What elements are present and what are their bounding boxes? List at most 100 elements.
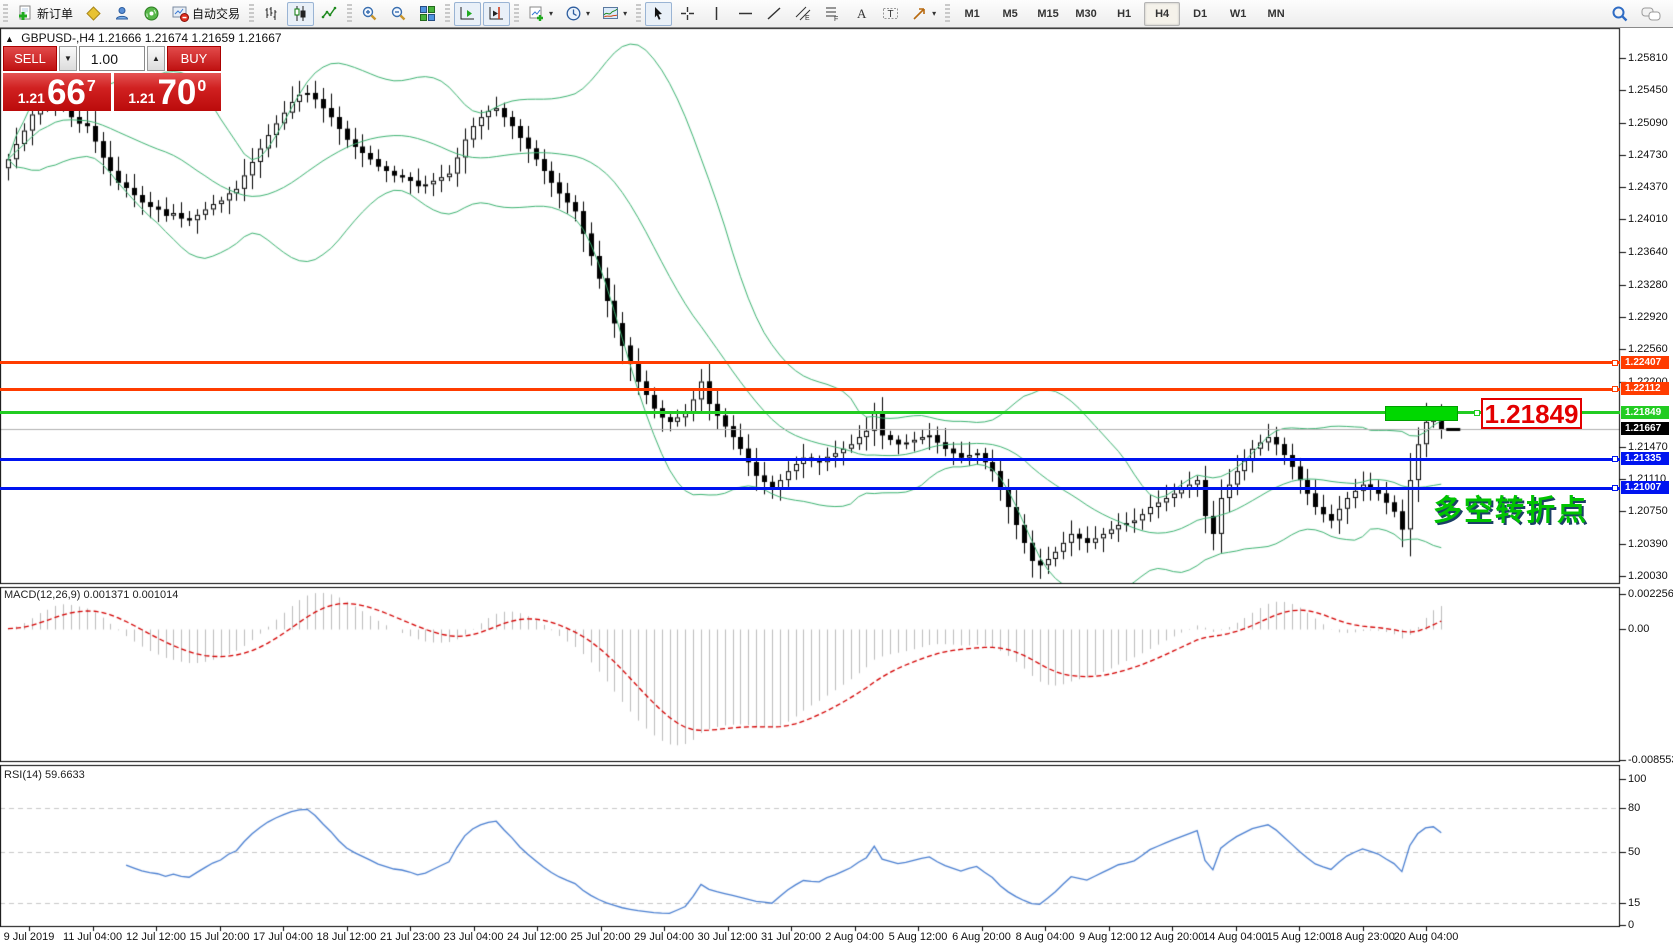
buy-price-pip: 0	[197, 78, 206, 96]
price-tick-label: 1.25450	[1628, 84, 1668, 96]
period-clock-button[interactable]: ▾	[560, 2, 595, 26]
trendline-button[interactable]	[761, 2, 788, 26]
sell-price-pip: 7	[87, 78, 96, 96]
autotrade-button[interactable]: 自动交易	[167, 2, 245, 26]
time-axis-label: 20 Aug 04:00	[1394, 931, 1459, 943]
time-axis-label: 17 Jul 04:00	[253, 931, 313, 943]
toolbar: 新订单 自动交易 ▾ ▾ ▾ EFA T ▾ M1M5M15M30H1H4D1W1MN	[0, 0, 1673, 28]
line-chart-button[interactable]	[316, 2, 343, 26]
horizontal-line-object[interactable]	[0, 361, 1620, 364]
auto-scroll-button[interactable]	[454, 2, 481, 26]
timeframe-mn-button[interactable]: MN	[1258, 2, 1294, 26]
time-axis-label: 9 Aug 12:00	[1079, 931, 1138, 943]
zoom-out-button[interactable]	[385, 2, 412, 26]
sell-price-display[interactable]: 1.21 66 7	[3, 73, 111, 111]
dropdown-caret-icon: ▾	[549, 9, 553, 18]
dropdown-caret-icon: ▾	[623, 9, 627, 18]
diamond-button[interactable]	[80, 2, 107, 26]
line-handle[interactable]	[1474, 410, 1480, 416]
buy-button[interactable]: BUY	[167, 46, 221, 71]
pivot-annotation[interactable]: 多空转折点	[1433, 487, 1588, 529]
horizontal-line-object[interactable]	[0, 388, 1620, 391]
chart-shift-button[interactable]	[483, 2, 510, 26]
volume-input[interactable]: 1.00	[79, 46, 145, 71]
toolbar-grip	[249, 4, 254, 24]
price-badge: 1.21007	[1621, 481, 1669, 494]
time-axis-label: 31 Jul 20:00	[761, 931, 821, 943]
new-chart-button[interactable]: ▾	[523, 2, 558, 26]
tile-windows-button[interactable]	[414, 2, 441, 26]
highlight-rectangle-object[interactable]	[1385, 406, 1458, 421]
line-handle[interactable]	[1612, 386, 1618, 392]
rsi-tick-label: 0	[1628, 919, 1634, 931]
tile-windows-icon	[419, 5, 436, 22]
zoom-in-icon	[361, 5, 378, 22]
time-axis-label: 6 Aug 20:00	[952, 931, 1011, 943]
sell-price-main: 66	[47, 78, 86, 108]
timeframe-m30-button[interactable]: M30	[1068, 2, 1104, 26]
timeframe-d1-button[interactable]: D1	[1182, 2, 1218, 26]
time-axis-label: 9 Jul 2019	[4, 931, 55, 943]
timeframe-m5-button[interactable]: M5	[992, 2, 1028, 26]
line-handle[interactable]	[1612, 485, 1618, 491]
horizontal-line-object[interactable]	[0, 411, 1620, 414]
horizontal-line-button[interactable]	[732, 2, 759, 26]
timeframe-w1-button[interactable]: W1	[1220, 2, 1256, 26]
channel-button[interactable]: E	[790, 2, 817, 26]
template-button[interactable]: ▾	[597, 2, 632, 26]
price-tick-label: 1.20390	[1628, 538, 1668, 550]
toolbar-grip	[514, 4, 519, 24]
price-badge: 1.21335	[1621, 452, 1669, 465]
price-tick-label: 1.22920	[1628, 311, 1668, 323]
bar-chart-button[interactable]	[258, 2, 285, 26]
arrows-icon	[911, 5, 928, 22]
time-axis-label: 12 Aug 20:00	[1140, 931, 1205, 943]
candlestick-button[interactable]	[287, 2, 314, 26]
time-axis-label: 23 Jul 04:00	[444, 931, 504, 943]
zoom-in-button[interactable]	[356, 2, 383, 26]
chat-button[interactable]	[1636, 2, 1666, 26]
line-handle[interactable]	[1612, 456, 1618, 462]
text-label-button[interactable]: T	[877, 2, 904, 26]
sell-button[interactable]: SELL	[3, 46, 57, 71]
channel-icon: E	[795, 5, 812, 22]
macd-name: MACD(12,26,9)	[4, 589, 80, 601]
line-handle[interactable]	[1612, 360, 1618, 366]
autotrade-label: 自动交易	[192, 5, 240, 22]
price-tick-label: 1.24010	[1628, 213, 1668, 225]
volume-decrease-button[interactable]: ▼	[59, 46, 77, 71]
crosshair-button[interactable]	[674, 2, 701, 26]
svg-text:T: T	[888, 9, 894, 20]
rsi-tick-label: 50	[1628, 846, 1640, 858]
horizontal-line-object[interactable]	[0, 487, 1620, 490]
price-badge: 1.21849	[1621, 406, 1669, 419]
vertical-line-button[interactable]	[703, 2, 730, 26]
text-label-icon: T	[882, 5, 899, 22]
search-button[interactable]	[1606, 2, 1634, 26]
text-button[interactable]: A	[848, 2, 875, 26]
timeframe-m1-button[interactable]: M1	[954, 2, 990, 26]
buy-price-prefix: 1.21	[128, 90, 155, 106]
text-icon: A	[853, 5, 870, 22]
timeframe-h1-button[interactable]: H1	[1106, 2, 1142, 26]
time-axis-label: 2 Aug 04:00	[825, 931, 884, 943]
chart-canvas[interactable]	[0, 0, 1673, 950]
new-order-button[interactable]: 新订单	[12, 2, 78, 26]
horizontal-line-object[interactable]	[0, 458, 1620, 461]
collapse-triangle-icon[interactable]: ▲	[5, 34, 14, 44]
arrows-button[interactable]: ▾	[906, 2, 941, 26]
new-order-icon	[17, 5, 34, 22]
ohlc-close: 1.21667	[238, 31, 281, 45]
cursor-button[interactable]	[645, 2, 672, 26]
dropdown-caret-icon: ▾	[586, 9, 590, 18]
user-button[interactable]	[109, 2, 136, 26]
line-chart-icon	[321, 5, 338, 22]
broadcast-button[interactable]	[138, 2, 165, 26]
buy-price-display[interactable]: 1.21 70 0	[114, 73, 222, 111]
price-tag-label[interactable]: 1.21849	[1481, 398, 1582, 429]
timeframe-h4-button[interactable]: H4	[1144, 2, 1180, 26]
time-axis-label: 15 Jul 20:00	[190, 931, 250, 943]
fibonacci-button[interactable]: F	[819, 2, 846, 26]
volume-increase-button[interactable]: ▲	[147, 46, 165, 71]
timeframe-m15-button[interactable]: M15	[1030, 2, 1066, 26]
